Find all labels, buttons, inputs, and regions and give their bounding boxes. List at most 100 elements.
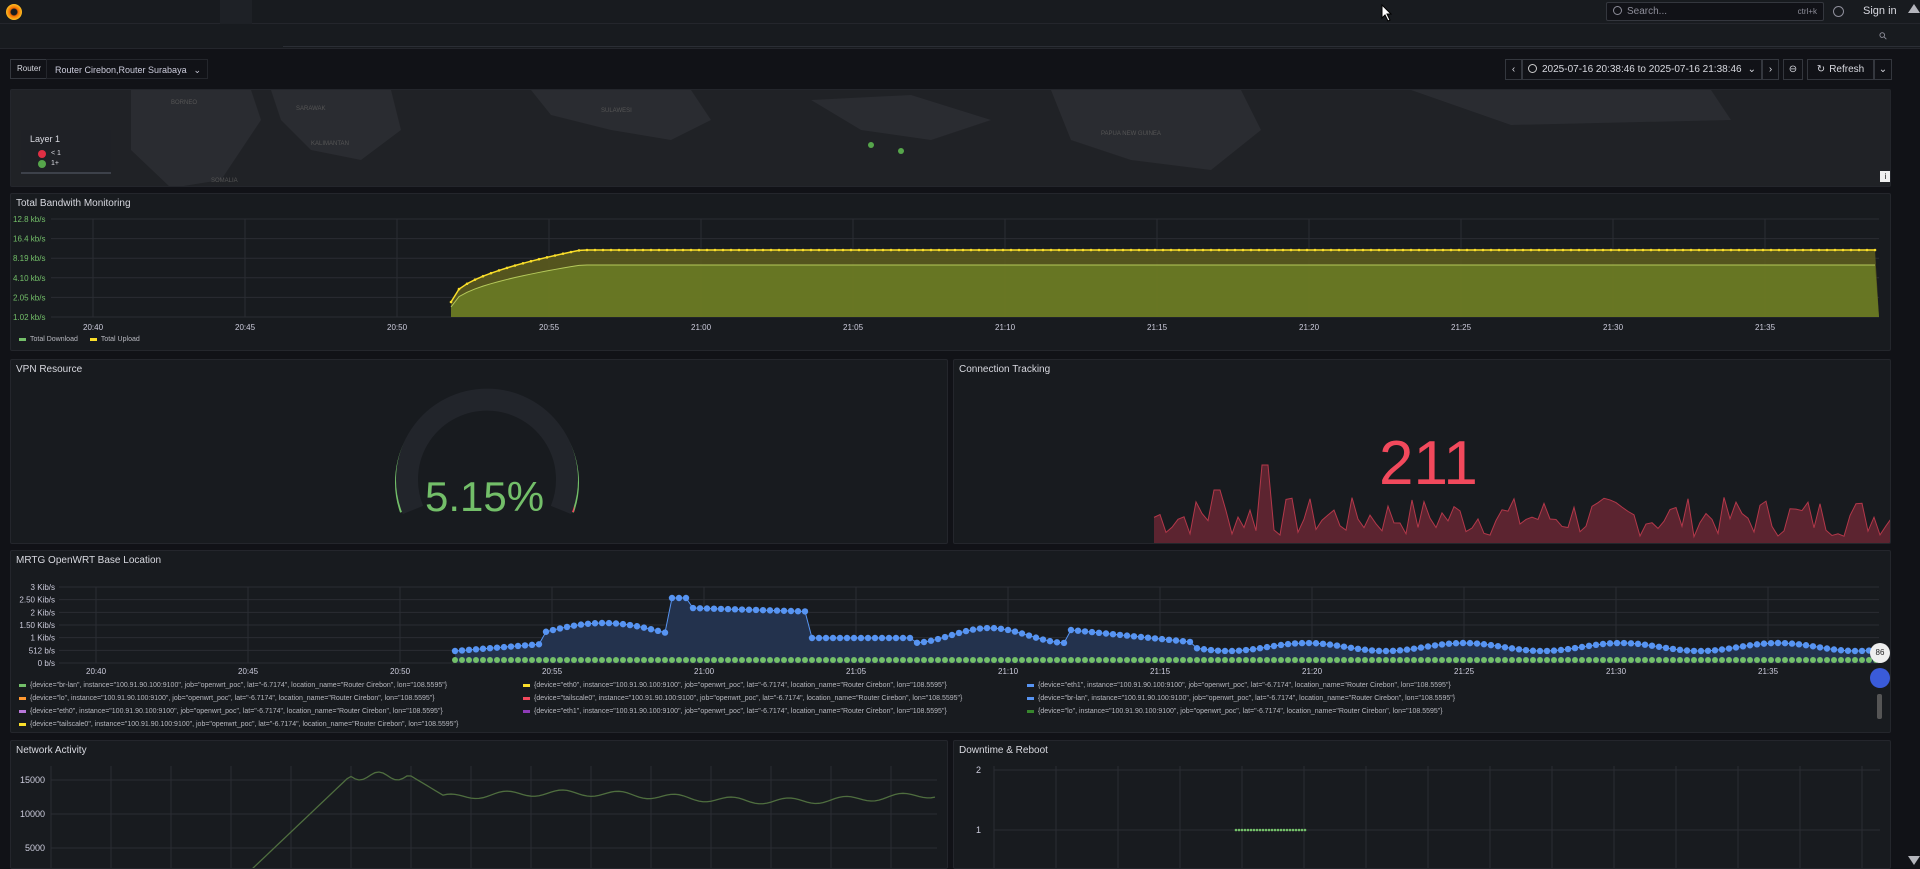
series-point — [893, 657, 899, 663]
downtime-point — [1273, 828, 1277, 832]
zoom-out-button[interactable]: ⊖ — [1783, 59, 1803, 80]
mrtg-legend-item[interactable]: {device="eth0", instance="100.91.90.100:… — [19, 708, 443, 715]
series-point — [942, 657, 948, 663]
series-point — [1284, 640, 1292, 648]
time-forward-button[interactable]: › — [1762, 59, 1779, 80]
map-info-icon[interactable]: i — [1880, 171, 1890, 182]
downtime-chart[interactable]: 21 — [954, 741, 1891, 869]
sign-in-link[interactable]: Sign in — [1863, 5, 1897, 17]
series-point — [941, 633, 949, 641]
mrtg-chart[interactable]: 3 Kib/s 2.50 Kib/s 2 Kib/s 1.50 Kib/s 1 Kib/… — [11, 551, 1891, 676]
y-tick-label: 2 — [976, 765, 981, 775]
series-point — [1453, 657, 1459, 663]
bandwidth-chart[interactable]: 12.8 kb/s 16.4 kb/s 8.19 kb/s 4.10 kb/s 2.05… — [11, 194, 1891, 351]
bandwidth-legend: Total Download Total Upload — [19, 336, 140, 343]
upload-point — [1033, 248, 1037, 252]
series-point — [1557, 646, 1565, 654]
series-point — [494, 657, 500, 663]
upload-point — [697, 248, 701, 252]
y-tick-label: 3 Kib/s — [31, 583, 55, 592]
legend-label: {device="eth0", instance="100.91.90.100:… — [30, 708, 443, 715]
series-point — [1663, 657, 1669, 663]
legend-item-upload[interactable]: Total Upload — [101, 336, 140, 343]
series-point — [731, 606, 739, 613]
legend-label: {device="tailscale0", instance="100.91.9… — [534, 695, 963, 702]
mrtg-legend-item[interactable]: {device="br-lan", instance="100.91.90.10… — [19, 682, 447, 689]
series-point — [1473, 640, 1481, 647]
divider — [283, 46, 1920, 47]
time-range-picker[interactable]: 2025-07-16 20:38:46 to 2025-07-16 21:38:… — [1522, 59, 1762, 80]
mrtg-legend-item[interactable]: {device="eth1", instance="100.91.90.100:… — [523, 708, 947, 715]
y-tick-label: 1 — [976, 825, 981, 835]
upload-point — [825, 248, 829, 252]
mrtg-legend-item[interactable]: {device="br-lan", instance="100.91.90.10… — [1027, 695, 1455, 702]
series-point — [962, 627, 970, 635]
series-point — [1417, 644, 1425, 651]
x-tick-label: 21:20 — [1302, 667, 1323, 676]
series-point — [1438, 641, 1446, 648]
series-point — [1012, 657, 1018, 663]
search-input[interactable]: Search... ctrl+k — [1606, 2, 1824, 21]
map-background[interactable]: BORNEO SARAWAK KALIMANTAN SULAWESI PAPUA… — [11, 90, 1891, 187]
upload-point — [1777, 248, 1781, 252]
scroll-down-arrow-icon[interactable] — [1908, 856, 1920, 865]
series-point — [1327, 657, 1333, 663]
x-tick-label: 20:55 — [539, 323, 560, 332]
map-marker[interactable] — [898, 148, 904, 154]
scroll-up-arrow-icon[interactable] — [1908, 4, 1920, 13]
series-point — [1753, 641, 1761, 648]
network-chart[interactable]: 15000 10000 5000 — [11, 741, 948, 869]
series-point — [465, 646, 473, 654]
legend-scrollbar[interactable] — [1877, 694, 1882, 719]
grafana-logo-icon[interactable] — [6, 4, 22, 20]
downtime-point — [1303, 828, 1307, 832]
nav-tab[interactable] — [220, 0, 252, 24]
mrtg-legend-item[interactable]: {device="tailscale0", instance="100.91.9… — [523, 695, 962, 702]
series-point — [682, 594, 690, 602]
upload-point — [1281, 248, 1285, 252]
series-point — [1655, 643, 1663, 650]
legend-item-download[interactable]: Total Download — [30, 336, 78, 343]
series-point — [1285, 657, 1291, 663]
x-tick-label: 21:00 — [694, 667, 715, 676]
upload-point — [1625, 248, 1629, 252]
upload-point — [1233, 248, 1237, 252]
series-point — [1831, 657, 1837, 663]
link-icon[interactable]: ⚲ — [1877, 30, 1890, 43]
mrtg-legend-item[interactable]: {device="eth0", instance="100.91.90.100:… — [523, 682, 947, 689]
series-point — [1515, 646, 1523, 653]
router-variable-select[interactable]: Router Cirebon,Router Surabaya ⌄ — [46, 59, 208, 79]
mrtg-legend-item[interactable]: {device="lo", instance="100.91.90.100:91… — [19, 695, 435, 702]
upload-point — [945, 248, 949, 252]
refresh-icon: ↻ — [1816, 64, 1826, 75]
upload-point — [1073, 248, 1077, 252]
series-point — [633, 623, 641, 630]
series-point — [1046, 637, 1054, 645]
refresh-button[interactable]: ↻ Refresh — [1807, 59, 1874, 80]
mrtg-legend-item[interactable]: {device="eth1", instance="100.91.90.100:… — [1027, 682, 1451, 689]
geomap-panel[interactable]: BORNEO SARAWAK KALIMANTAN SULAWESI PAPUA… — [10, 89, 1891, 187]
series-point — [1060, 639, 1068, 647]
refresh-interval-dropdown[interactable]: ⌄ — [1874, 59, 1892, 80]
mrtg-legend-item[interactable]: {device="lo", instance="100.91.90.100:91… — [1027, 708, 1443, 715]
series-point — [1459, 639, 1467, 647]
badge-icon[interactable]: 86 — [1870, 643, 1890, 663]
series-point — [906, 634, 914, 642]
upload-point — [1473, 248, 1477, 252]
series-point — [648, 657, 654, 663]
upload-point — [1065, 248, 1069, 252]
time-back-button[interactable]: ‹ — [1505, 59, 1522, 80]
upload-point — [1201, 248, 1205, 252]
upload-point — [1313, 248, 1317, 252]
series-point — [1291, 640, 1299, 647]
mrtg-legend-item[interactable]: {device="tailscale0", instance="100.91.9… — [19, 721, 458, 728]
map-marker[interactable] — [868, 142, 874, 148]
series-point — [822, 634, 830, 642]
help-icon[interactable] — [1833, 6, 1844, 17]
assistant-icon[interactable] — [1870, 668, 1890, 688]
series-point — [543, 657, 549, 663]
series-point — [738, 606, 746, 613]
series-point — [1033, 657, 1039, 663]
series-point — [955, 629, 963, 637]
series-point — [1075, 657, 1081, 663]
